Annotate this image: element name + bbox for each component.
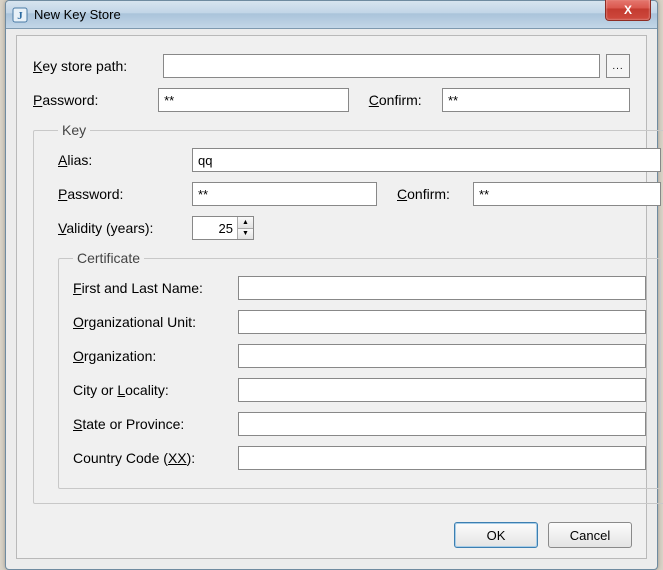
validity-input[interactable] [193,217,237,239]
chevron-down-icon: ▼ [242,230,249,237]
app-icon: J [12,7,28,23]
button-bar: OK Cancel [454,522,632,548]
window-title: New Key Store [34,7,121,22]
label-top-password: Password: [33,92,152,108]
chevron-up-icon: ▲ [242,219,249,226]
ellipsis-icon: ... [612,61,623,72]
top-confirm-input[interactable] [442,88,630,112]
row-first-last: First and Last Name: [73,276,646,300]
city-input[interactable] [238,378,646,402]
client-area: Key store path: ... Password: Confirm: K… [16,35,647,559]
label-validity: Validity (years): [58,220,186,236]
key-confirm-input[interactable] [473,182,661,206]
row-country: Country Code (XX): [73,446,646,470]
country-input[interactable] [238,446,646,470]
validity-spinner[interactable]: ▲ ▼ [192,216,254,240]
keystore-path-input[interactable] [163,54,600,78]
spinner-up-button[interactable]: ▲ [238,217,253,229]
row-organization: Organization: [73,344,646,368]
row-org-unit: Organizational Unit: [73,310,646,334]
dialog-window: J New Key Store X Key store path: ... Pa… [5,0,658,570]
alias-input[interactable] [192,148,661,172]
organization-input[interactable] [238,344,646,368]
cancel-button[interactable]: Cancel [548,522,632,548]
row-state: State or Province: [73,412,646,436]
label-key-confirm: Confirm: [397,186,467,202]
org-unit-input[interactable] [238,310,646,334]
spinner-down-button[interactable]: ▼ [238,229,253,240]
label-country: Country Code (XX): [73,450,238,466]
state-input[interactable] [238,412,646,436]
row-top-password: Password: Confirm: [33,88,630,112]
row-alias: Alias: [58,148,661,172]
label-state: State or Province: [73,416,238,432]
label-keystore-path: Key store path: [33,58,157,74]
label-alias: Alias: [58,152,186,168]
close-button[interactable]: X [605,0,651,21]
browse-button[interactable]: ... [606,54,630,78]
label-city: City or Locality: [73,382,238,398]
label-first-last: First and Last Name: [73,280,238,296]
fieldset-key: Key Alias: Password: Confirm: [33,122,663,504]
spinner-buttons: ▲ ▼ [237,217,253,239]
top-password-input[interactable] [158,88,349,112]
close-icon: X [624,3,632,17]
legend-certificate: Certificate [73,250,144,266]
label-top-confirm: Confirm: [369,92,436,108]
fieldset-certificate: Certificate First and Last Name: Organiz… [58,250,661,489]
row-validity: Validity (years): ▲ ▼ [58,216,661,240]
key-password-input[interactable] [192,182,377,206]
label-org-unit: Organizational Unit: [73,314,238,330]
label-organization: Organization: [73,348,238,364]
titlebar: J New Key Store X [6,1,657,29]
ok-button[interactable]: OK [454,522,538,548]
row-keystore-path: Key store path: ... [33,54,630,78]
row-key-password: Password: Confirm: [58,182,661,206]
legend-key: Key [58,122,90,138]
svg-text:J: J [17,10,23,22]
first-last-input[interactable] [238,276,646,300]
row-city: City or Locality: [73,378,646,402]
label-key-password: Password: [58,186,186,202]
